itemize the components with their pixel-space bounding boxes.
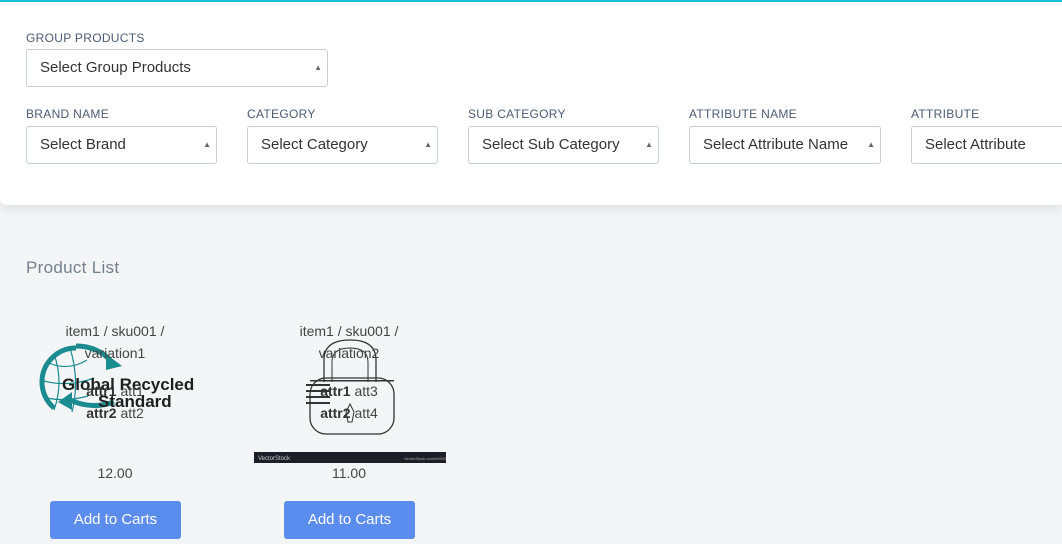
sub-category-value: Select Sub Category (482, 136, 620, 153)
product-name-line1: item1 / sku001 / (299, 323, 399, 339)
select-arrow-icon: ▲ (424, 140, 432, 149)
attr-value: att3 (354, 383, 378, 399)
attr-name: attr2 (320, 405, 351, 421)
category-label: CATEGORY (247, 107, 316, 121)
group-products-select[interactable]: Select Group Products ▲ (26, 49, 328, 87)
select-arrow-icon: ▲ (314, 63, 322, 72)
attr-name: attr1 (86, 383, 117, 399)
group-products-value: Select Group Products (40, 59, 191, 76)
group-products-label: GROUP PRODUCTS (26, 31, 145, 45)
brand-select[interactable]: Select Brand ▲ (26, 126, 217, 164)
product-list-title: Product List (26, 258, 120, 277)
attr-value: att1 (120, 383, 144, 399)
select-arrow-icon: ▲ (867, 140, 875, 149)
attribute-value: Select Attribute (925, 136, 1026, 153)
product-attr-row: attr2 att4 (254, 402, 444, 424)
product-name-line2: variation1 (84, 345, 146, 361)
select-arrow-icon: ▲ (203, 140, 211, 149)
svg-text:VectorStock: VectorStock (258, 456, 291, 462)
brand-value: Select Brand (40, 136, 126, 153)
product-attr-row: attr1 att3 (254, 380, 444, 402)
add-to-cart-button[interactable]: Add to Carts (50, 501, 181, 539)
category-select[interactable]: Select Category ▲ (247, 126, 438, 164)
product-name-line1: item1 / sku001 / (65, 323, 165, 339)
attr-value: att4 (354, 405, 378, 421)
product-name: item1 / sku001 / variation1 (20, 320, 210, 364)
category-value: Select Category (261, 136, 368, 153)
sub-category-label: SUB CATEGORY (468, 107, 566, 121)
product-name-line2: variation2 (318, 345, 380, 361)
product-attributes: attr1 att3 attr2 att4 (254, 380, 444, 424)
attr-value: att2 (120, 405, 144, 421)
product-price: 11.00 (332, 465, 366, 481)
select-arrow-icon: ▲ (645, 140, 653, 149)
attribute-select[interactable]: Select Attribute (911, 126, 1062, 164)
attribute-name-select[interactable]: Select Attribute Name ▲ (689, 126, 881, 164)
brand-name-label: BRAND NAME (26, 107, 110, 121)
attr-name: attr1 (320, 383, 351, 399)
sub-category-select[interactable]: Select Sub Category ▲ (468, 126, 659, 164)
product-name: item1 / sku001 / variation2 (254, 320, 444, 364)
attr-name: attr2 (86, 405, 117, 421)
add-to-cart-button[interactable]: Add to Carts (284, 501, 415, 539)
attribute-label: ATTRIBUTE (911, 107, 980, 121)
attribute-name-label: ATTRIBUTE NAME (689, 107, 797, 121)
filter-panel: GROUP PRODUCTS Select Group Products ▲ B… (0, 2, 1062, 205)
product-attr-row: attr1 att1 (20, 380, 210, 402)
product-price: 12.00 (97, 465, 133, 481)
product-attr-row: attr2 att2 (20, 402, 210, 424)
product-attributes: attr1 att1 attr2 att2 (20, 380, 210, 424)
svg-text:VectorStock.com/00000000: VectorStock.com/00000000 (404, 456, 446, 461)
attribute-name-value: Select Attribute Name (703, 136, 849, 153)
